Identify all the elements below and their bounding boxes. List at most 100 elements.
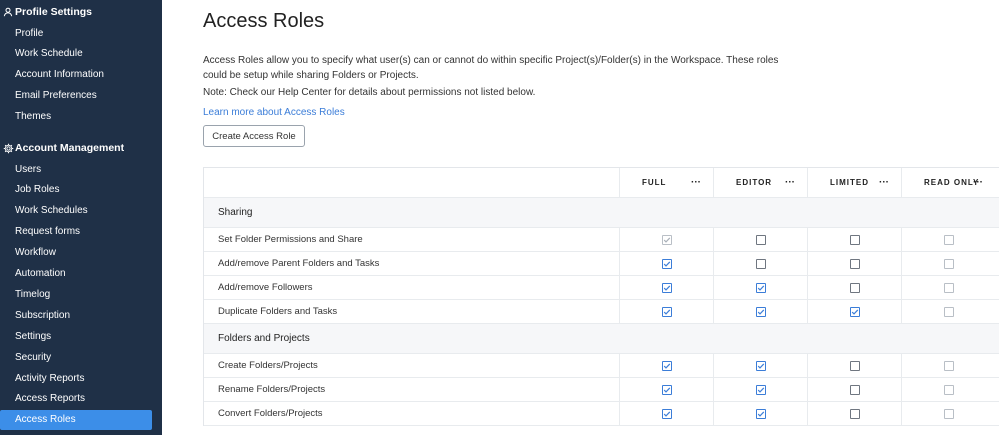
permission-cell-full	[619, 252, 713, 275]
permission-cell-editor	[713, 378, 807, 401]
more-options-icon[interactable]: ···	[691, 177, 701, 188]
sidebar-item-label: Activity Reports	[15, 372, 85, 384]
table-header-row: FULL ··· EDITOR ··· LIMITED ··· READ ONLY ···	[204, 168, 999, 198]
sidebar-item-settings[interactable]: Settings	[0, 326, 152, 346]
permission-checkbox[interactable]	[943, 408, 954, 419]
permission-cell-limited	[807, 402, 901, 425]
sidebar-item-label: Themes	[15, 111, 52, 123]
permission-checkbox[interactable]	[849, 360, 860, 371]
permission-checkbox[interactable]	[661, 360, 672, 371]
permission-checkbox[interactable]	[755, 306, 766, 317]
permission-checkbox[interactable]	[661, 234, 672, 245]
sidebar-item-label: Job Roles	[15, 184, 60, 196]
permission-checkbox[interactable]	[661, 408, 672, 419]
permission-checkbox[interactable]	[849, 234, 860, 245]
sidebar-item-timelog[interactable]: Timelog	[0, 284, 152, 304]
sidebar-item-label: Account Information	[15, 69, 104, 81]
permission-checkbox[interactable]	[661, 384, 672, 395]
sidebar-item-label: Work Schedule	[15, 48, 83, 60]
permission-checkbox[interactable]	[849, 258, 860, 269]
sidebar-item-request-forms[interactable]: Request forms	[0, 222, 152, 242]
table-row: Rename Folders/Projects	[204, 378, 999, 402]
column-header-read-only: READ ONLY ···	[901, 168, 995, 197]
permission-cell-read-only	[901, 402, 995, 425]
sidebar-item-users[interactable]: Users	[0, 159, 152, 179]
permission-checkbox[interactable]	[943, 258, 954, 269]
more-options-icon[interactable]: ···	[879, 177, 889, 188]
group-title: Folders and Projects	[218, 333, 310, 344]
permission-label: Rename Folders/Projects	[218, 384, 326, 395]
sidebar-item-work-schedules[interactable]: Work Schedules	[0, 201, 152, 221]
permission-label: Set Folder Permissions and Share	[218, 234, 363, 245]
gear-icon	[1, 141, 15, 155]
sidebar-item-label: Profile	[15, 27, 44, 39]
permission-checkbox[interactable]	[755, 408, 766, 419]
sidebar-item-label: Work Schedules	[15, 205, 88, 217]
sidebar-item-workflow[interactable]: Workflow	[0, 243, 152, 263]
sidebar-item-subscription[interactable]: Subscription	[0, 305, 152, 325]
permission-checkbox[interactable]	[943, 306, 954, 317]
profile-settings-header[interactable]: Profile Settings	[0, 2, 92, 22]
sidebar-item-label: Users	[15, 163, 42, 175]
permission-cell-full	[619, 378, 713, 401]
permission-cell-limited	[807, 252, 901, 275]
sidebar-item-access-roles[interactable]: Access Roles	[0, 409, 152, 430]
permission-checkbox[interactable]	[943, 360, 954, 371]
sidebar-item-access-reports[interactable]: Access Reports	[0, 389, 152, 409]
table-row: Create Folders/Projects	[204, 354, 999, 378]
permission-label: Create Folders/Projects	[218, 360, 318, 371]
permission-cell-full	[619, 300, 713, 323]
sidebar-item-profile[interactable]: Profile	[0, 23, 152, 43]
permission-checkbox[interactable]	[849, 408, 860, 419]
sidebar-item-work-schedule[interactable]: Work Schedule	[0, 44, 152, 64]
permission-checkbox[interactable]	[849, 384, 860, 395]
permission-checkbox[interactable]	[943, 234, 954, 245]
permission-checkbox[interactable]	[755, 258, 766, 269]
sidebar-item-account-information[interactable]: Account Information	[0, 65, 152, 85]
sidebar-item-job-roles[interactable]: Job Roles	[0, 180, 152, 200]
more-options-icon[interactable]: ···	[785, 177, 795, 188]
permission-checkbox[interactable]	[661, 306, 672, 317]
permission-label: Add/remove Parent Folders and Tasks	[218, 258, 380, 269]
column-header-editor: EDITOR ···	[713, 168, 807, 197]
sidebar-item-security[interactable]: Security	[0, 347, 152, 367]
permission-cell-limited	[807, 276, 901, 299]
permission-checkbox[interactable]	[755, 282, 766, 293]
sidebar-item-label: Request forms	[15, 226, 81, 238]
permission-cell-limited	[807, 300, 901, 323]
profile-settings-label: Profile Settings	[15, 6, 93, 18]
permission-label: Convert Folders/Projects	[218, 408, 323, 419]
permission-checkbox[interactable]	[661, 282, 672, 293]
sidebar-item-label: Access Reports	[15, 393, 86, 405]
help-note: Note: Check our Help Center for details …	[203, 87, 536, 98]
create-access-role-button[interactable]: Create Access Role	[203, 125, 305, 147]
permission-cell-read-only	[901, 378, 995, 401]
permission-cell-editor	[713, 402, 807, 425]
permission-checkbox[interactable]	[661, 258, 672, 269]
sidebar-item-email-preferences[interactable]: Email Preferences	[0, 86, 152, 106]
page-description: Access Roles allow you to specify what u…	[203, 55, 779, 81]
column-header-label: READ ONLY	[924, 178, 980, 187]
sidebar-item-themes[interactable]: Themes	[0, 107, 152, 127]
permission-checkbox[interactable]	[943, 282, 954, 293]
permission-cell-editor	[713, 228, 807, 251]
permission-cell-limited	[807, 378, 901, 401]
permission-checkbox[interactable]	[849, 282, 860, 293]
sidebar-item-automation[interactable]: Automation	[0, 264, 152, 284]
permission-cell-limited	[807, 228, 901, 251]
table-row: Add/remove Parent Folders and Tasks	[204, 252, 999, 276]
permission-checkbox[interactable]	[755, 234, 766, 245]
column-header-label: FULL	[642, 178, 667, 187]
more-options-icon[interactable]: ···	[973, 177, 983, 188]
permission-cell-full	[619, 402, 713, 425]
permission-cell-read-only	[901, 276, 995, 299]
permission-checkbox[interactable]	[755, 360, 766, 371]
column-header-label: LIMITED	[830, 178, 869, 187]
permission-checkbox[interactable]	[943, 384, 954, 395]
permission-cell-editor	[713, 252, 807, 275]
learn-more-link[interactable]: Learn more about Access Roles	[203, 107, 345, 118]
permission-checkbox[interactable]	[849, 306, 860, 317]
sidebar-item-activity-reports[interactable]: Activity Reports	[0, 368, 152, 388]
permission-checkbox[interactable]	[755, 384, 766, 395]
account-management-header[interactable]: Account Management	[0, 138, 124, 158]
